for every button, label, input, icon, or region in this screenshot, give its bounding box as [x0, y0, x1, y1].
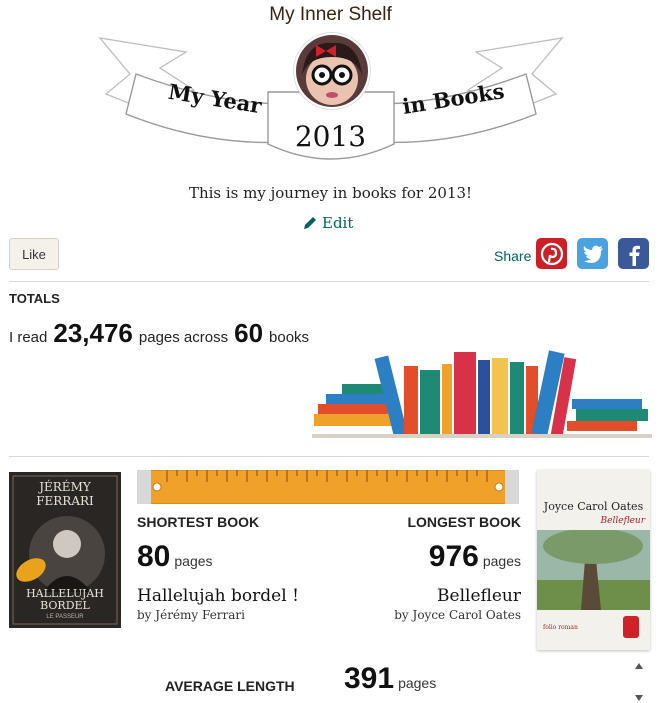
facebook-icon	[629, 245, 640, 266]
average-length-heading: AVERAGE LENGTH	[165, 678, 295, 694]
scroll-arrows[interactable]	[632, 662, 646, 702]
section-divider	[9, 281, 649, 282]
by-prefix: by	[137, 608, 152, 622]
total-pages: 23,476	[53, 318, 133, 348]
like-button[interactable]: Like	[9, 238, 59, 270]
by-prefix: by	[394, 608, 409, 622]
pinterest-share-button[interactable]	[536, 238, 567, 269]
shortest-book-heading: SHORTEST BOOK	[137, 514, 260, 530]
scroll-up-icon[interactable]	[634, 662, 644, 670]
edit-link[interactable]: Edit	[302, 214, 353, 232]
average-length-value: 391 pages	[344, 662, 436, 696]
longest-book-title[interactable]: Bellefleur	[437, 586, 521, 606]
shortest-book-byline: by Jérémy Ferrari	[137, 608, 245, 622]
longest-cover-art	[537, 530, 650, 610]
pencil-icon	[304, 217, 316, 229]
longest-book-author[interactable]: Joyce Carol Oates	[413, 608, 521, 622]
totals-middle: pages across	[138, 329, 229, 346]
longest-pages-unit: pages	[482, 553, 521, 569]
twitter-share-button[interactable]	[577, 238, 608, 269]
longest-cover-subtitle: folio roman	[543, 624, 578, 631]
shortest-book-author[interactable]: Jérémy Ferrari	[155, 608, 245, 622]
totals-prefix: I read	[9, 329, 48, 346]
average-pages-unit: pages	[398, 675, 437, 691]
section-divider	[9, 456, 649, 457]
totals-summary: I read 23,476 pages across 60 books	[9, 318, 309, 349]
publisher-logo	[623, 616, 639, 638]
shortest-book-pages: 80 pages	[137, 540, 213, 574]
share-label: Share	[494, 248, 532, 264]
shortest-pages-number: 80	[137, 540, 171, 573]
longest-cover-author: Joyce Carol Oates	[543, 500, 644, 513]
longest-book-heading: LONGEST BOOK	[407, 514, 521, 530]
longest-book-byline: by Joyce Carol Oates	[394, 608, 521, 622]
shortest-cover-author: JÉRÉMY FERRARI	[36, 480, 94, 508]
shelf-title[interactable]: My Inner Shelf	[0, 4, 661, 26]
average-pages-number: 391	[344, 662, 395, 695]
totals-suffix: books	[269, 329, 310, 346]
shortest-pages-unit: pages	[174, 553, 213, 569]
shortest-cover-title: HALLELUJAH BORDEL	[26, 587, 104, 613]
twitter-icon	[583, 245, 603, 263]
shortest-cover-publisher: LE PASSEUR	[46, 614, 84, 620]
scroll-down-icon[interactable]	[634, 694, 644, 702]
longest-pages-number: 976	[428, 540, 479, 573]
totals-heading: TOTALS	[9, 291, 60, 306]
longest-book-pages: 976 pages	[429, 540, 521, 574]
avatar-image	[296, 35, 368, 107]
longest-book-cover[interactable]: Joyce Carol Oates Bellefleur folio roman	[537, 470, 650, 650]
banner-year: 2013	[294, 120, 367, 153]
edit-label: Edit	[322, 214, 354, 232]
avatar[interactable]	[294, 33, 370, 109]
facebook-share-button[interactable]	[618, 238, 649, 269]
shortest-book-cover[interactable]: JÉRÉMY FERRARI HALLELUJAH BORDEL LE PASS…	[9, 472, 121, 628]
books-illustration	[312, 350, 652, 438]
ruler-graphic	[137, 470, 519, 504]
pinterest-icon	[540, 242, 563, 265]
shortest-book-title[interactable]: Hallelujah bordel !	[137, 586, 299, 606]
total-books: 60	[234, 318, 264, 348]
journey-text: This is my journey in books for 2013!	[188, 184, 473, 202]
longest-cover-title: Bellefleur	[600, 516, 645, 526]
